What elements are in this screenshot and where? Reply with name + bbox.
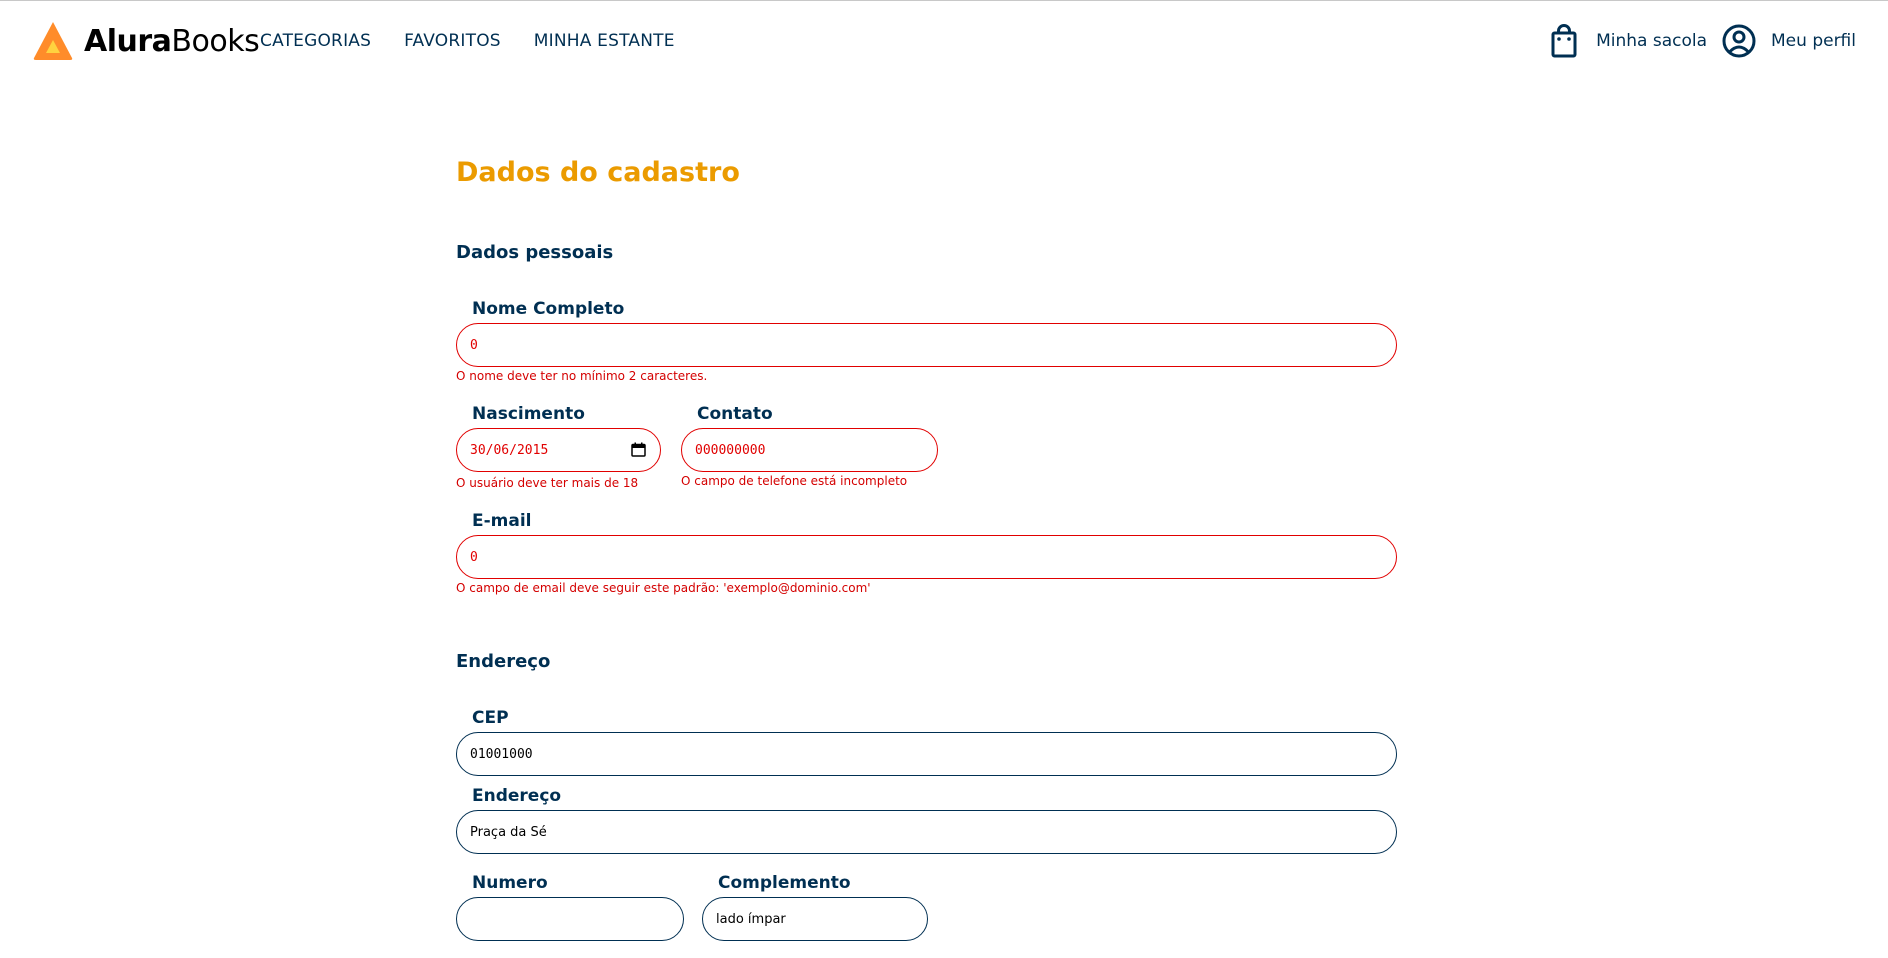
number-field[interactable] (456, 897, 684, 941)
logo-triangle-icon (33, 22, 73, 60)
name-label: Nome Completo (472, 299, 625, 319)
birth-label: Nascimento (472, 404, 585, 424)
page-title: Dados do cadastro (456, 157, 740, 188)
complement-field[interactable]: lado ímpar (702, 897, 928, 941)
birth-date-field[interactable]: 30/06/2015 (456, 428, 661, 472)
birth-error: O usuário deve ter mais de 18 (456, 476, 639, 490)
email-label: E-mail (472, 511, 532, 531)
section-title-address: Endereço (456, 651, 551, 672)
cep-label: CEP (472, 708, 509, 728)
name-value: 0 (470, 337, 478, 353)
street-value: Praça da Sé (470, 824, 547, 840)
shopping-bag-icon (1551, 24, 1577, 58)
contact-error: O campo de telefone está incompleto (681, 474, 908, 488)
top-navbar: AluraBooks CATEGORIAS FAVORITOS MINHA ES… (0, 1, 1888, 81)
email-field[interactable]: 0 (456, 535, 1397, 579)
user-circle-icon (1722, 24, 1756, 58)
email-error: O campo de email deve seguir este padrão… (456, 581, 871, 595)
birth-value: 30/06/2015 (470, 442, 549, 458)
contact-label: Contato (697, 404, 773, 424)
shopping-bag-button[interactable]: Minha sacola (1546, 23, 1707, 59)
profile-label: Meu perfil (1771, 31, 1856, 51)
nav-item-minha-estante[interactable]: MINHA ESTANTE (534, 31, 675, 51)
profile-button[interactable]: Meu perfil (1721, 23, 1856, 59)
name-error: O nome deve ter no mínimo 2 caracteres. (456, 369, 708, 383)
number-label: Numero (472, 873, 548, 893)
section-title-personal: Dados pessoais (456, 242, 614, 263)
bag-label: Minha sacola (1596, 31, 1708, 51)
contact-field[interactable]: 000000000 (681, 428, 938, 472)
main-nav: CATEGORIAS FAVORITOS MINHA ESTANTE (260, 31, 708, 51)
street-label: Endereço (472, 786, 562, 806)
cep-value: 01001000 (470, 746, 533, 762)
email-value: 0 (470, 549, 478, 565)
header-actions: Minha sacola Meu perfil (1532, 23, 1856, 59)
logo-text: AluraBooks (84, 23, 260, 59)
contact-value: 000000000 (695, 442, 766, 458)
alurabooks-logo[interactable]: AluraBooks (32, 20, 260, 62)
cep-field[interactable]: 01001000 (456, 732, 1397, 776)
complement-value: lado ímpar (716, 911, 786, 927)
calendar-icon[interactable] (631, 442, 646, 457)
nav-item-categorias[interactable]: CATEGORIAS (260, 31, 371, 51)
street-field[interactable]: Praça da Sé (456, 810, 1397, 854)
name-field[interactable]: 0 (456, 323, 1397, 367)
nav-item-favoritos[interactable]: FAVORITOS (404, 31, 501, 51)
complement-label: Complemento (718, 873, 851, 893)
